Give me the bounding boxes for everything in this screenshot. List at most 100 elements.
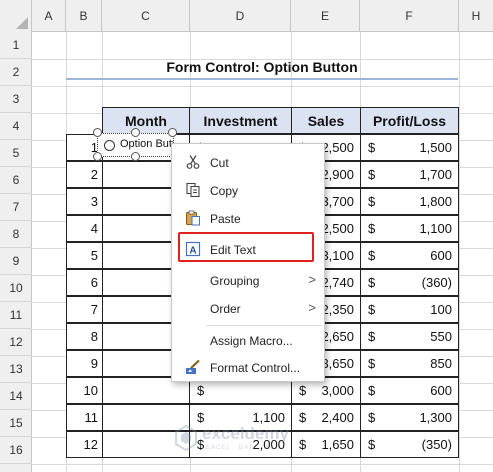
column-header-b[interactable]: B — [66, 0, 102, 32]
cell-value: 1,100 — [419, 221, 452, 236]
month-number-cell[interactable]: 3 — [66, 188, 103, 215]
row-header[interactable]: 8 — [0, 221, 32, 248]
menu-label: Cut — [210, 156, 229, 170]
select-all-corner[interactable] — [0, 0, 32, 32]
profit-loss-cell[interactable]: $600 — [360, 377, 459, 404]
menu-item-cut[interactable]: Cut — [172, 149, 324, 176]
cell-value: 2,500 — [321, 140, 354, 155]
resize-handle[interactable] — [168, 128, 177, 137]
month-number-cell[interactable]: 10 — [66, 377, 103, 404]
column-header-f[interactable]: F — [360, 0, 459, 32]
row-header[interactable]: 11 — [0, 302, 32, 329]
month-number-cell[interactable]: 9 — [66, 350, 103, 377]
profit-loss-cell[interactable]: $1,700 — [360, 161, 459, 188]
month-number-cell[interactable]: 12 — [66, 431, 103, 458]
row-header[interactable]: 2 — [0, 59, 32, 86]
profit-loss-cell[interactable]: $1,300 — [360, 404, 459, 431]
column-header-a[interactable]: A — [32, 0, 66, 32]
radio-icon — [104, 140, 115, 151]
resize-handle[interactable] — [93, 128, 102, 137]
currency-symbol: $ — [368, 167, 376, 182]
cell-value: 10 — [83, 383, 98, 398]
profit-loss-cell[interactable]: $ (360) — [360, 269, 459, 296]
month-number-cell[interactable]: 7 — [66, 296, 103, 323]
menu-item-grouping[interactable]: Grouping > — [172, 267, 324, 294]
header-investment[interactable]: Investment — [189, 107, 292, 134]
month-number-cell[interactable]: 8 — [66, 323, 103, 350]
row-header[interactable]: 14 — [0, 383, 32, 410]
row-header[interactable]: 9 — [0, 248, 32, 275]
cell-value: 2,650 — [321, 329, 354, 344]
profit-loss-cell[interactable]: $600 — [360, 242, 459, 269]
column-header-strip: A B C D E F H — [0, 0, 493, 32]
menu-item-format-control[interactable]: Format Control... — [172, 354, 324, 381]
row-header[interactable]: 3 — [0, 86, 32, 113]
watermark-logo-icon — [175, 424, 197, 452]
spreadsheet: A B C D E F H 1 2 3 4 5 6 7 8 9 10 11 12… — [0, 0, 493, 472]
resize-handle[interactable] — [131, 128, 140, 137]
row-header[interactable]: 7 — [0, 194, 32, 221]
row-header[interactable]: 13 — [0, 356, 32, 383]
copy-icon — [186, 182, 200, 198]
header-profit-loss[interactable]: Profit/Loss — [360, 107, 459, 134]
column-header-d[interactable]: D — [190, 0, 291, 32]
sheet-title: Form Control: Option Button — [166, 59, 358, 75]
profit-loss-cell[interactable]: $ (350) — [360, 431, 459, 458]
profit-loss-cell[interactable]: $1,100 — [360, 215, 459, 242]
row-header[interactable]: 1 — [0, 32, 32, 59]
row-header[interactable]: 5 — [0, 140, 32, 167]
profit-loss-cell[interactable]: $100 — [360, 296, 459, 323]
currency-symbol: $ — [368, 383, 376, 398]
header-sales[interactable]: Sales — [291, 107, 361, 134]
menu-item-copy[interactable]: Copy — [172, 177, 324, 204]
column-header-e[interactable]: E — [291, 0, 360, 32]
cell-value: 4 — [90, 221, 98, 236]
resize-handle[interactable] — [93, 152, 102, 161]
row-header[interactable]: 6 — [0, 167, 32, 194]
profit-loss-cell[interactable]: $850 — [360, 350, 459, 377]
resize-handle[interactable] — [131, 152, 140, 161]
row-header[interactable]: 4 — [0, 113, 32, 140]
menu-item-assign-macro[interactable]: Assign Macro... — [172, 327, 324, 354]
row-header[interactable]: 12 — [0, 329, 32, 356]
cell-value: 3,000 — [321, 383, 354, 398]
currency-symbol: $ — [368, 140, 376, 155]
month-number-cell[interactable]: 6 — [66, 269, 103, 296]
watermark-name: exceldemy — [202, 424, 289, 443]
cell-value: 9 — [90, 356, 98, 371]
cell-value: 11 — [84, 410, 99, 425]
cell-value: 2,350 — [321, 302, 354, 317]
gridline — [459, 32, 460, 472]
profit-loss-cell[interactable]: $550 — [360, 323, 459, 350]
row-header[interactable]: 10 — [0, 275, 32, 302]
month-number-cell[interactable]: 2 — [66, 161, 103, 188]
cell-value: 6 — [90, 275, 98, 290]
month-number-cell[interactable]: 4 — [66, 215, 103, 242]
cell-value: 8 — [90, 329, 98, 344]
row-header[interactable]: 16 — [0, 437, 32, 464]
profit-loss-cell[interactable]: $1,800 — [360, 188, 459, 215]
cell-value: 100 — [430, 302, 452, 317]
cell-value: (360) — [421, 275, 452, 290]
cell-value: 3,700 — [321, 194, 354, 209]
menu-separator — [206, 325, 322, 326]
month-number-cell[interactable]: 5 — [66, 242, 103, 269]
column-header-h[interactable]: H — [459, 0, 493, 32]
row-header[interactable]: 15 — [0, 410, 32, 437]
menu-item-paste[interactable]: Paste — [172, 205, 324, 232]
cell-value: 3 — [90, 194, 98, 209]
header-month[interactable]: Month — [102, 107, 190, 134]
month-number-cell[interactable]: 11 — [66, 404, 103, 431]
profit-loss-cell[interactable]: $1,500 — [360, 134, 459, 161]
menu-label: Assign Macro... — [210, 334, 293, 348]
paste-icon — [186, 210, 200, 226]
currency-symbol: $ — [368, 356, 376, 371]
option-button-label: Option Button — [120, 138, 173, 150]
column-header-c[interactable]: C — [102, 0, 190, 32]
gridline — [32, 464, 493, 465]
cell-value: 550 — [430, 329, 452, 344]
cell-value: 2 — [90, 167, 98, 182]
cell-value: 1,700 — [419, 167, 452, 182]
menu-item-order[interactable]: Order > — [172, 295, 324, 322]
cell-value: 600 — [430, 383, 452, 398]
